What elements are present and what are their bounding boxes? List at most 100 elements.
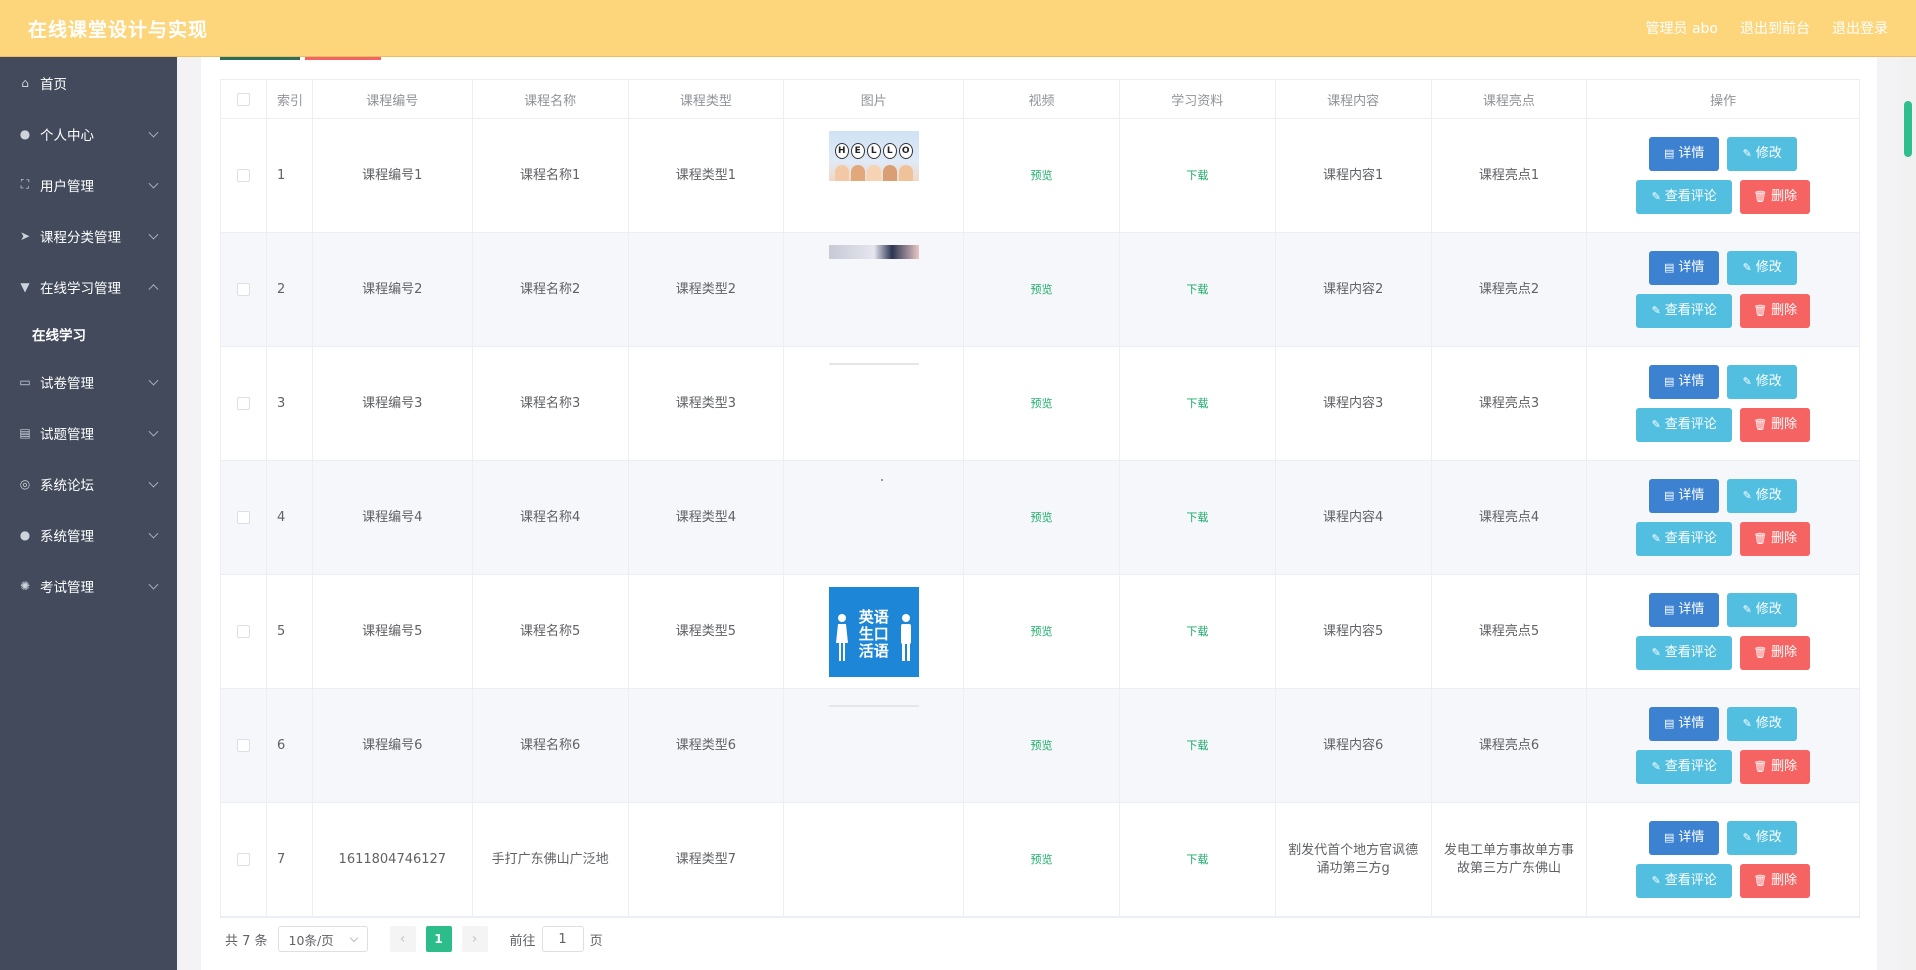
row-checkbox[interactable] — [236, 283, 250, 296]
download-link[interactable]: 下载 — [1186, 167, 1208, 185]
top-button-stub[interactable] — [220, 57, 300, 60]
preview-link[interactable]: 预览 — [1031, 623, 1053, 641]
image-slot: HELLO — [828, 130, 919, 221]
detail-button[interactable]: ▤ 详情 — [1649, 251, 1720, 285]
delete-button[interactable]: 🗑 删除 — [1740, 636, 1811, 670]
row-checkbox[interactable] — [236, 625, 250, 638]
view-comments-button[interactable]: ✎ 查看评论 — [1636, 294, 1733, 328]
goto-page: 前往 1 页 — [510, 926, 603, 952]
logout-link[interactable]: 退出登录 — [1832, 18, 1888, 38]
cell-course-type: 课程类型2 — [629, 233, 785, 346]
view-comments-button[interactable]: ✎ 查看评论 — [1636, 180, 1733, 214]
delete-button[interactable]: 🗑 删除 — [1740, 408, 1811, 442]
detail-label: 详情 — [1678, 602, 1705, 617]
view-comments-button[interactable]: ✎ 查看评论 — [1636, 636, 1733, 670]
detail-button[interactable]: ▤ 详情 — [1649, 479, 1720, 513]
cell-video: 预览 — [964, 803, 1120, 916]
download-link[interactable]: 下载 — [1186, 509, 1208, 527]
edit-button[interactable]: ✎ 修改 — [1727, 251, 1798, 285]
delete-button[interactable]: 🗑 删除 — [1740, 750, 1811, 784]
next-page-button[interactable]: › — [461, 926, 488, 952]
action-row: ✎ 查看评论 🗑 删除 — [1636, 750, 1811, 784]
sidebar-item-7[interactable]: ◎ 系统论坛 — [0, 458, 177, 509]
delete-button[interactable]: 🗑 删除 — [1740, 294, 1811, 328]
chevron-down-icon — [148, 528, 159, 539]
view-comments-button[interactable]: ✎ 查看评论 — [1636, 750, 1733, 784]
sidebar-item-0[interactable]: ⌂ 首页 — [0, 57, 177, 108]
header-select-all[interactable] — [221, 80, 267, 118]
cell-image — [784, 689, 965, 802]
sidebar-item-label: 用户管理 — [40, 178, 94, 195]
row-select-cell — [221, 347, 267, 460]
submenu-item-online-learning[interactable]: 在线学习 — [0, 312, 177, 356]
cell-course-code: 课程编号5 — [313, 575, 473, 688]
row-checkbox[interactable] — [236, 511, 250, 524]
top-delete-button-stub[interactable] — [305, 57, 381, 60]
sidebar-item-9[interactable]: ✺ 考试管理 — [0, 560, 177, 611]
preview-link[interactable]: 预览 — [1031, 395, 1053, 413]
select-all-checkbox[interactable] — [236, 92, 250, 106]
cell-course-content: 课程内容6 — [1276, 689, 1432, 802]
trash-icon: 🗑 — [1753, 418, 1768, 431]
download-link[interactable]: 下载 — [1186, 281, 1208, 299]
prev-page-button[interactable]: ‹ — [389, 926, 416, 952]
pencil-icon: ✎ — [1651, 190, 1661, 203]
delete-button[interactable]: 🗑 删除 — [1740, 180, 1811, 214]
pencil-icon: ✎ — [1651, 646, 1661, 659]
edit-button[interactable]: ✎ 修改 — [1727, 365, 1798, 399]
detail-button[interactable]: ▤ 详情 — [1649, 707, 1720, 741]
edit-button[interactable]: ✎ 修改 — [1727, 479, 1798, 513]
edit-button[interactable]: ✎ 修改 — [1727, 593, 1798, 627]
delete-button[interactable]: 🗑 删除 — [1740, 864, 1811, 898]
document-icon: ▤ — [1663, 375, 1675, 388]
preview-link[interactable]: 预览 — [1031, 281, 1053, 299]
view-comments-button[interactable]: ✎ 查看评论 — [1636, 522, 1733, 556]
preview-link[interactable]: 预览 — [1031, 167, 1053, 185]
row-checkbox[interactable] — [236, 169, 250, 182]
preview-link[interactable]: 预览 — [1031, 737, 1053, 755]
cell-course-highlight: 发电工单方事故单方事故第三方广东佛山 — [1432, 803, 1588, 916]
front-link[interactable]: 退出到前台 — [1740, 18, 1810, 38]
row-checkbox[interactable] — [236, 739, 250, 752]
view-comments-button[interactable]: ✎ 查看评论 — [1636, 864, 1733, 898]
download-link[interactable]: 下载 — [1186, 737, 1208, 755]
sidebar-item-1[interactable]: ● 个人中心 — [0, 108, 177, 159]
download-link[interactable]: 下载 — [1186, 395, 1208, 413]
page-size-select[interactable]: 10条/页 — [277, 926, 368, 952]
delete-button[interactable]: 🗑 删除 — [1740, 522, 1811, 556]
row-checkbox[interactable] — [236, 397, 250, 410]
sidebar-item-5[interactable]: ▭ 试卷管理 — [0, 356, 177, 407]
detail-button[interactable]: ▤ 详情 — [1649, 365, 1720, 399]
row-checkbox[interactable] — [236, 853, 250, 866]
sidebar-item-8[interactable]: ● 系统管理 — [0, 509, 177, 560]
sidebar-item-3[interactable]: ➤ 课程分类管理 — [0, 210, 177, 261]
action-group: ▤ 详情 ✎ 修改 ✎ 查看评论 🗑 删除 — [1636, 365, 1811, 442]
chevron-down-icon — [148, 178, 159, 189]
detail-button[interactable]: ▤ 详情 — [1649, 593, 1720, 627]
edit-button[interactable]: ✎ 修改 — [1727, 137, 1798, 171]
document-icon: ▤ — [1663, 261, 1675, 274]
view-comments-button[interactable]: ✎ 查看评论 — [1636, 408, 1733, 442]
page-number-button[interactable]: 1 — [425, 926, 452, 952]
cell-actions: ▤ 详情 ✎ 修改 ✎ 查看评论 🗑 删除 — [1587, 803, 1859, 916]
cell-index: 7 — [267, 803, 313, 916]
detail-button[interactable]: ▤ 详情 — [1649, 821, 1720, 855]
download-link[interactable]: 下载 — [1186, 851, 1208, 869]
sidebar-item-2[interactable]: ⛶ 用户管理 — [0, 159, 177, 210]
detail-button[interactable]: ▤ 详情 — [1649, 137, 1720, 171]
download-link[interactable]: 下载 — [1186, 623, 1208, 641]
page-scrollbar[interactable] — [1900, 57, 1916, 970]
cell-actions: ▤ 详情 ✎ 修改 ✎ 查看评论 🗑 删除 — [1587, 575, 1859, 688]
sidebar-item-6[interactable]: ▤ 试题管理 — [0, 407, 177, 458]
goto-page-input[interactable]: 1 — [541, 926, 584, 952]
total-count: 共 7 条 — [225, 933, 268, 949]
sidebar-item-4[interactable]: ▼ 在线学习管理 — [0, 261, 177, 312]
cell-course-content: 课程内容5 — [1276, 575, 1432, 688]
image-slot — [828, 359, 919, 449]
edit-button[interactable]: ✎ 修改 — [1727, 707, 1798, 741]
preview-link[interactable]: 预览 — [1031, 851, 1053, 869]
edit-button[interactable]: ✎ 修改 — [1727, 821, 1798, 855]
preview-link[interactable]: 预览 — [1031, 509, 1053, 527]
scrollbar-thumb[interactable] — [1904, 101, 1912, 157]
admin-user-label[interactable]: 管理员 abo — [1646, 18, 1718, 38]
